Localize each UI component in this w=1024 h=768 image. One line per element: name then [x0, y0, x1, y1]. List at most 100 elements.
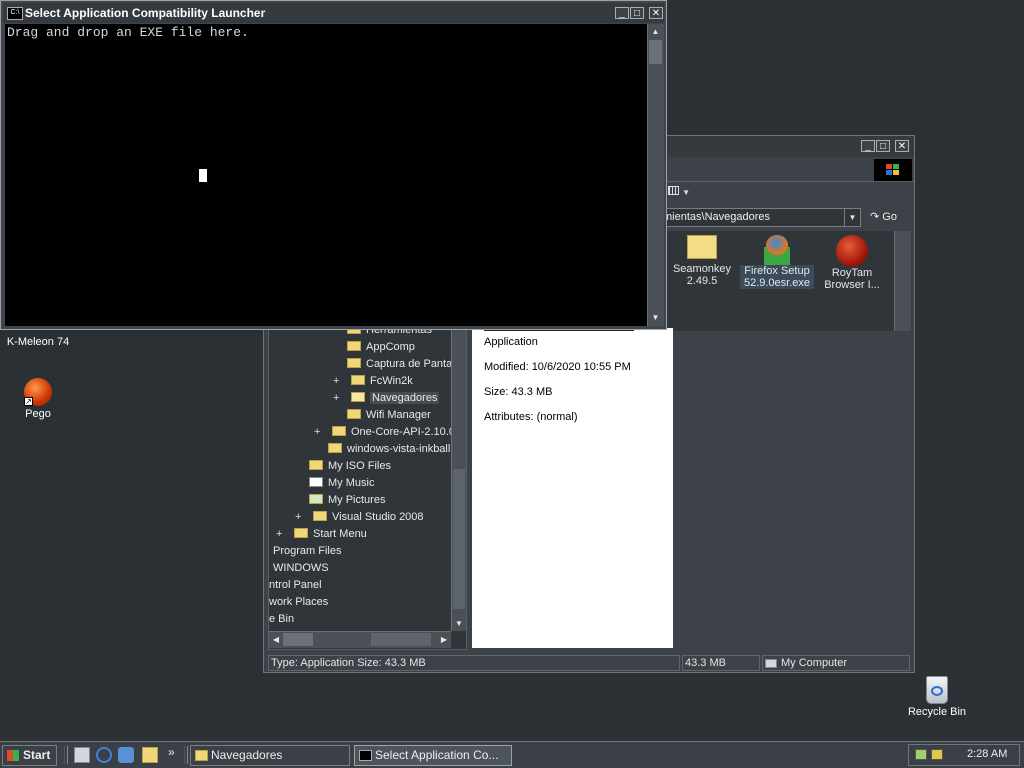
my-computer-icon: [765, 658, 777, 668]
windows-logo-icon: [874, 159, 912, 181]
tree-item-label: My ISO Files: [328, 460, 391, 472]
taskbar-button-console[interactable]: Select Application Co...: [354, 745, 512, 766]
tree-item-selected[interactable]: + Navegadores: [333, 390, 440, 407]
tree-item[interactable]: + Start Menu: [276, 526, 367, 543]
console-window: C:\ Select Application Compatibility Lau…: [0, 0, 667, 330]
address-dropdown-button[interactable]: ▼: [844, 209, 860, 226]
network-icon[interactable]: [915, 749, 927, 760]
close-button[interactable]: ✕: [895, 140, 909, 152]
text-cursor: [199, 169, 207, 182]
go-arrow-icon: ↷: [870, 211, 880, 223]
windows-flag-icon: [7, 750, 19, 761]
expand-icon[interactable]: +: [295, 509, 305, 526]
volume-icon[interactable]: [931, 749, 943, 760]
close-button[interactable]: ✕: [649, 7, 663, 19]
folder-icon: [351, 375, 365, 386]
system-tray: 2:28 AM: [908, 744, 1020, 766]
tree-item[interactable]: My Music: [309, 475, 374, 492]
file-view: Seamonkey 2.49.5 Firefox Setup 52.9.0esr…: [662, 231, 910, 331]
console-output: Drag and drop an EXE file here.: [7, 25, 249, 40]
browser-ball-icon: [836, 235, 868, 267]
start-button[interactable]: Start: [2, 745, 57, 766]
tree-item[interactable]: windows-vista-inkball: [328, 441, 450, 458]
status-location-label: My Computer: [781, 657, 848, 669]
file-name-line1: Seamonkey: [672, 263, 732, 275]
quicklaunch-chevron[interactable]: »: [168, 745, 175, 759]
tree-scroll-thumb[interactable]: [453, 469, 465, 609]
tree-hscroll-thumb[interactable]: [283, 633, 313, 646]
clock[interactable]: 2:28 AM: [967, 748, 1007, 760]
console-scrollbar[interactable]: ▲ ▼: [647, 24, 664, 326]
explorer-icon[interactable]: [142, 747, 158, 763]
desktop-icon-pego[interactable]: ↗ Pego: [0, 378, 76, 420]
file-item[interactable]: Firefox Setup 52.9.0esr.exe: [740, 235, 814, 289]
minimize-button[interactable]: _: [861, 140, 875, 152]
tree-horizontal-scrollbar[interactable]: ◀ ▶: [269, 631, 451, 648]
console-scroll-thumb[interactable]: [649, 40, 662, 64]
tree-item-label: My Music: [328, 477, 375, 489]
tree-item[interactable]: Captura de Panta: [347, 356, 452, 373]
tree-item[interactable]: + FcWin2k: [333, 373, 413, 390]
folder-icon: [294, 528, 308, 539]
firefox-installer-icon: [762, 235, 792, 265]
go-label: Go: [882, 211, 897, 223]
details-attributes: Attributes: (normal): [484, 411, 578, 423]
console-screen[interactable]: Drag and drop an EXE file here.: [5, 24, 647, 326]
tree-item-label: work Places: [269, 596, 329, 608]
tree-item-label: ntrol Panel: [269, 579, 322, 591]
desktop-icon-recycle-bin[interactable]: Recycle Bin: [898, 676, 976, 718]
console-titlebar[interactable]: C:\ Select Application Compatibility Lau…: [3, 3, 664, 23]
outlook-express-icon[interactable]: [118, 747, 134, 763]
tree-item[interactable]: work Places: [269, 594, 328, 611]
taskbar-button-navegadores[interactable]: Navegadores: [190, 745, 350, 766]
maximize-button[interactable]: □: [630, 7, 644, 19]
folder-tree: Herramientas AppComp Captura de Panta + F…: [268, 328, 467, 650]
expand-icon[interactable]: +: [314, 424, 324, 441]
status-size: 43.3 MB: [682, 655, 760, 671]
tree-item[interactable]: My Pictures: [309, 492, 385, 509]
maximize-button[interactable]: □: [876, 140, 890, 152]
folder-icon: [309, 460, 323, 471]
expand-icon[interactable]: +: [333, 390, 343, 407]
status-bar: Type: Application Size: 43.3 MB 43.3 MB …: [266, 653, 912, 671]
console-app-icon: [359, 750, 372, 761]
go-button[interactable]: ↷ Go: [870, 210, 906, 226]
tree-item-label: Visual Studio 2008: [332, 511, 424, 523]
tree-item[interactable]: Program Files: [273, 543, 341, 560]
tree-item[interactable]: WINDOWS: [273, 560, 329, 577]
expand-icon[interactable]: +: [333, 373, 343, 390]
file-item[interactable]: Seamonkey 2.49.5: [666, 235, 738, 287]
tree-item[interactable]: e Bin: [269, 611, 294, 628]
tree-hscroll-thumb2[interactable]: [371, 633, 431, 646]
scroll-down-arrow[interactable]: ▼: [453, 617, 465, 631]
scroll-up-arrow[interactable]: ▲: [649, 25, 662, 39]
tree-item[interactable]: AppComp: [347, 339, 415, 356]
show-desktop-icon[interactable]: [74, 747, 90, 763]
tree-item[interactable]: My ISO Files: [309, 458, 391, 475]
tree-item-label: Start Menu: [313, 528, 367, 540]
address-bar[interactable]: mientas\Navegadores ▼: [662, 208, 861, 227]
tree-item-label: WINDOWS: [273, 562, 329, 574]
tree-item[interactable]: ntrol Panel: [269, 577, 322, 594]
expand-icon[interactable]: +: [276, 526, 286, 543]
views-button[interactable]: ▼: [668, 186, 694, 202]
file-item[interactable]: RoyTam Browser I...: [816, 235, 888, 291]
file-view-scrollbar[interactable]: [894, 231, 911, 331]
minimize-button[interactable]: _: [615, 7, 629, 19]
tree-item-label: One-Core-API-2.10.0: [351, 426, 455, 438]
recycle-bin-icon: [926, 676, 948, 704]
tree-item[interactable]: + Visual Studio 2008: [295, 509, 424, 526]
tree-vertical-scrollbar[interactable]: ▼: [451, 329, 466, 631]
folder-icon: [347, 358, 361, 369]
tree-item-label: AppComp: [366, 341, 415, 353]
tree-item[interactable]: + One-Core-API-2.10.0: [314, 424, 455, 441]
scroll-right-arrow[interactable]: ▶: [438, 633, 450, 646]
start-label: Start: [23, 748, 51, 762]
details-size: Size: 43.3 MB: [484, 386, 553, 398]
tree-item[interactable]: Wifi Manager: [347, 407, 431, 424]
scroll-left-arrow[interactable]: ◀: [270, 633, 282, 646]
scroll-down-arrow[interactable]: ▼: [649, 311, 662, 325]
internet-explorer-icon[interactable]: [96, 747, 112, 763]
tree-item-label: Navegadores: [370, 392, 440, 404]
tree-item-label: e Bin: [269, 613, 295, 625]
